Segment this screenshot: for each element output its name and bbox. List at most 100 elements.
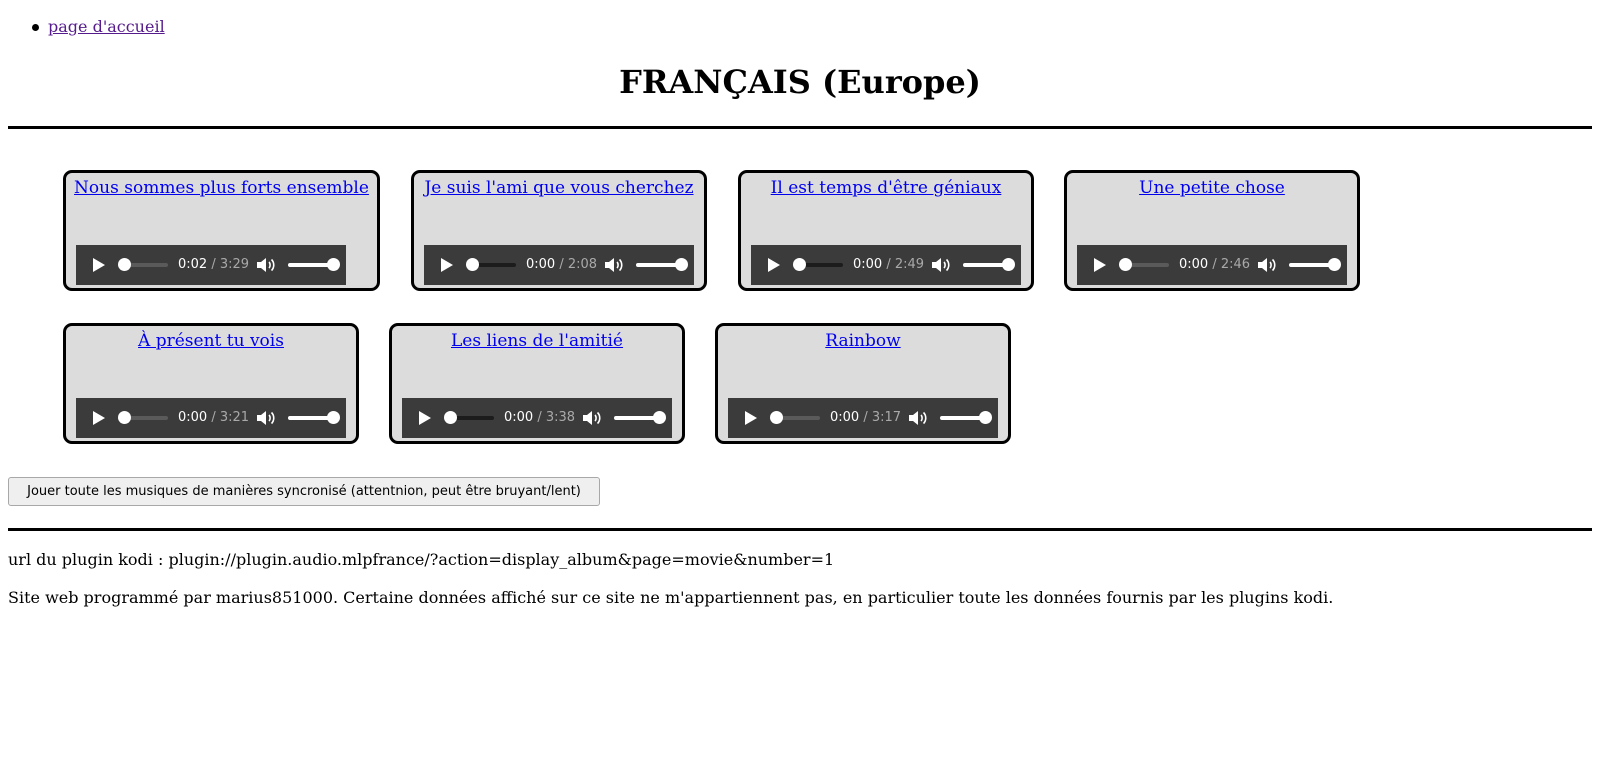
volume-icon[interactable]	[582, 410, 602, 426]
track-title-link[interactable]: Il est temps d'être géniaux	[771, 178, 1002, 198]
track-title-wrapper: Rainbow	[718, 330, 1008, 352]
current-time: 0:02	[178, 257, 208, 272]
play-icon[interactable]	[419, 411, 431, 425]
track-card: Il est temps d'être géniaux 0:00 / 2:49	[738, 170, 1034, 291]
volume-handle[interactable]	[1002, 258, 1015, 271]
seek-handle[interactable]	[770, 411, 783, 424]
time-display: 0:00 / 2:46	[1179, 257, 1250, 273]
track-title-link[interactable]: Nous sommes plus forts ensemble	[74, 178, 369, 198]
audio-player: 0:00 / 2:08	[424, 245, 694, 285]
volume-slider[interactable]	[288, 258, 340, 271]
current-time: 0:00	[526, 257, 556, 272]
seek-handle[interactable]	[466, 258, 479, 271]
seek-bar[interactable]	[770, 411, 820, 424]
track-title-wrapper: Les liens de l'amitié	[392, 330, 682, 352]
volume-slider[interactable]	[1289, 258, 1341, 271]
track-title-link[interactable]: À présent tu vois	[138, 331, 284, 351]
audio-player: 0:00 / 3:38	[402, 398, 672, 438]
volume-icon[interactable]	[256, 257, 276, 273]
track-card: Les liens de l'amitié 0:00 / 3:38	[389, 323, 685, 444]
volume-handle[interactable]	[1328, 258, 1341, 271]
duration: / 2:08	[559, 257, 598, 272]
track-card: Je suis l'ami que vous cherchez 0:00 / 2…	[411, 170, 707, 291]
time-display: 0:02 / 3:29	[178, 257, 249, 273]
seek-handle[interactable]	[1119, 258, 1132, 271]
track-title-link[interactable]: Je suis l'ami que vous cherchez	[424, 178, 693, 198]
volume-handle[interactable]	[979, 411, 992, 424]
time-display: 0:00 / 3:38	[504, 410, 575, 426]
time-display: 0:00 / 2:49	[853, 257, 924, 273]
seek-handle[interactable]	[118, 258, 132, 271]
volume-slider[interactable]	[614, 411, 666, 424]
sync-play-all-button[interactable]: Jouer toute les musiques de manières syn…	[8, 477, 600, 506]
track-title-wrapper: Nous sommes plus forts ensemble	[66, 177, 377, 199]
track-card: Une petite chose 0:00 / 2:46	[1064, 170, 1360, 291]
seek-bar[interactable]	[444, 411, 494, 424]
volume-icon[interactable]	[1257, 257, 1277, 273]
volume-slider[interactable]	[288, 411, 340, 424]
current-time: 0:00	[830, 410, 860, 425]
volume-handle[interactable]	[327, 258, 340, 271]
volume-icon[interactable]	[931, 257, 951, 273]
current-time: 0:00	[853, 257, 883, 272]
duration: / 2:49	[886, 257, 925, 272]
track-title-wrapper: Une petite chose	[1067, 177, 1357, 199]
volume-handle[interactable]	[675, 258, 688, 271]
page-title: FRANÇAIS (Europe)	[619, 63, 981, 101]
seek-bar[interactable]	[118, 411, 168, 424]
duration: / 2:46	[1212, 257, 1251, 272]
play-icon[interactable]	[441, 258, 453, 272]
audio-player: 0:00 / 3:17	[728, 398, 998, 438]
track-title-wrapper: Il est temps d'être géniaux	[741, 177, 1031, 199]
nav-list: page d'accueil	[30, 17, 165, 37]
credits-text: Site web programmé par marius851000. Cer…	[8, 588, 1334, 607]
play-icon[interactable]	[1094, 258, 1106, 272]
volume-icon[interactable]	[604, 257, 624, 273]
track-card: À présent tu vois 0:00 / 3:21	[63, 323, 359, 444]
play-icon[interactable]	[745, 411, 757, 425]
seek-handle[interactable]	[793, 258, 806, 271]
seek-handle[interactable]	[118, 411, 131, 424]
home-link[interactable]: page d'accueil	[48, 17, 165, 36]
time-display: 0:00 / 2:08	[526, 257, 597, 273]
audio-player: 0:00 / 2:49	[751, 245, 1021, 285]
play-icon[interactable]	[768, 258, 780, 272]
volume-slider[interactable]	[940, 411, 992, 424]
audio-player: 0:00 / 2:46	[1077, 245, 1347, 285]
duration: / 3:38	[537, 410, 576, 425]
plugin-url-text: url du plugin kodi : plugin://plugin.aud…	[8, 550, 835, 569]
header-divider	[8, 126, 1592, 129]
duration: / 3:29	[211, 257, 250, 272]
audio-player: 0:00 / 3:21	[76, 398, 346, 438]
current-time: 0:00	[178, 410, 208, 425]
seek-bar[interactable]	[1119, 258, 1169, 271]
footer-divider	[8, 528, 1592, 531]
play-icon[interactable]	[93, 411, 105, 425]
duration: / 3:17	[863, 410, 902, 425]
volume-icon[interactable]	[908, 410, 928, 426]
track-card: Nous sommes plus forts ensemble 0:02 / 3…	[63, 170, 380, 291]
current-time: 0:00	[504, 410, 534, 425]
track-title-link[interactable]: Une petite chose	[1139, 178, 1285, 198]
seek-bar[interactable]	[118, 258, 168, 271]
track-title-link[interactable]: Les liens de l'amitié	[451, 331, 623, 351]
audio-player: 0:02 / 3:29	[76, 245, 346, 285]
track-title-wrapper: À présent tu vois	[66, 330, 356, 352]
current-time: 0:00	[1179, 257, 1209, 272]
track-card: Rainbow 0:00 / 3:17	[715, 323, 1011, 444]
nav-item-home: page d'accueil	[30, 17, 165, 37]
volume-handle[interactable]	[653, 411, 666, 424]
time-display: 0:00 / 3:17	[830, 410, 901, 426]
duration: / 3:21	[211, 410, 250, 425]
volume-slider[interactable]	[636, 258, 688, 271]
volume-icon[interactable]	[256, 410, 276, 426]
seek-bar[interactable]	[793, 258, 843, 271]
track-title-link[interactable]: Rainbow	[825, 331, 900, 351]
volume-handle[interactable]	[327, 411, 340, 424]
volume-slider[interactable]	[963, 258, 1015, 271]
track-title-wrapper: Je suis l'ami que vous cherchez	[414, 177, 704, 199]
play-icon[interactable]	[93, 258, 105, 272]
seek-bar[interactable]	[466, 258, 516, 271]
seek-handle[interactable]	[444, 411, 457, 424]
time-display: 0:00 / 3:21	[178, 410, 249, 426]
